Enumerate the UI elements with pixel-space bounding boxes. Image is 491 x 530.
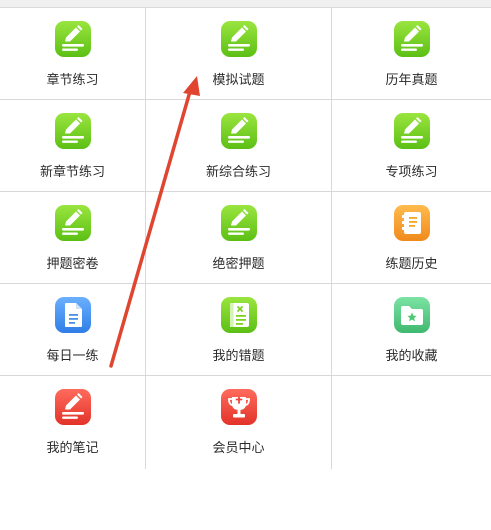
grid-item-predicted-papers[interactable]: 押题密卷 <box>0 192 146 283</box>
pencil-icon <box>393 21 430 57</box>
history-book-icon <box>393 205 430 241</box>
grid-item-new-chapter-practice[interactable]: 新章节练习 <box>0 100 146 191</box>
grid-item-label: 历年真题 <box>385 73 438 88</box>
pencil-icon <box>220 205 257 241</box>
grid-item-chapter-practice[interactable]: 章节练习 <box>0 8 146 99</box>
grid-item-my-favorites[interactable]: 我的收藏 <box>332 284 491 375</box>
grid-item-special-practice[interactable]: 专项练习 <box>332 100 491 191</box>
pencil-icon <box>220 21 257 57</box>
grid-row: 我的笔记 会员中心 <box>0 376 491 469</box>
grid-item-label: 绝密押题 <box>212 257 265 272</box>
star-folder-icon <box>393 297 430 333</box>
grid-item-my-mistakes[interactable]: 我的错题 <box>146 284 332 375</box>
grid-item-my-notes[interactable]: 我的笔记 <box>0 376 146 469</box>
grid-row: 每日一练 我的错题 我的收藏 <box>0 284 491 376</box>
grid-item-label: 押题密卷 <box>46 257 99 272</box>
grid-item-new-comprehensive-practice[interactable]: 新综合练习 <box>146 100 332 191</box>
grid-row: 新章节练习 新综合练习 专项练习 <box>0 100 491 192</box>
grid-item-daily-practice[interactable]: 每日一练 <box>0 284 146 375</box>
error-book-icon <box>220 297 257 333</box>
grid-row: 章节练习 模拟试题 历年真题 <box>0 8 491 100</box>
grid-item-label: 我的收藏 <box>385 349 438 364</box>
feature-grid: 章节练习 模拟试题 历年真题 新章节练习 新综合练习 专项练习 押题密卷 绝密押… <box>0 8 491 469</box>
pencil-icon <box>54 21 91 57</box>
grid-item-secret-predictions[interactable]: 绝密押题 <box>146 192 332 283</box>
grid-item-label: 章节练习 <box>46 73 99 88</box>
grid-item-practice-history[interactable]: 练题历史 <box>332 192 491 283</box>
top-bar-strip <box>0 0 491 8</box>
grid-item-empty <box>332 376 491 469</box>
grid-item-label: 新章节练习 <box>39 165 105 180</box>
grid-item-label: 我的错题 <box>212 349 265 364</box>
pencil-icon <box>220 113 257 149</box>
pencil-icon <box>54 113 91 149</box>
grid-item-label: 专项练习 <box>385 165 438 180</box>
grid-item-label: 我的笔记 <box>46 441 99 456</box>
grid-item-label: 新综合练习 <box>205 165 271 180</box>
pencil-icon <box>54 205 91 241</box>
grid-item-label: 会员中心 <box>212 441 265 456</box>
grid-item-mock-exam[interactable]: 模拟试题 <box>146 8 332 99</box>
trophy-icon <box>220 389 257 425</box>
pencil-icon <box>393 113 430 149</box>
grid-item-member-center[interactable]: 会员中心 <box>146 376 332 469</box>
grid-item-label: 模拟试题 <box>212 73 265 88</box>
grid-row: 押题密卷 绝密押题 练题历史 <box>0 192 491 284</box>
pencil-icon <box>54 389 91 425</box>
grid-item-past-exams[interactable]: 历年真题 <box>332 8 491 99</box>
document-icon <box>54 297 91 333</box>
grid-item-label: 练题历史 <box>385 257 438 272</box>
grid-item-label: 每日一练 <box>46 349 99 364</box>
